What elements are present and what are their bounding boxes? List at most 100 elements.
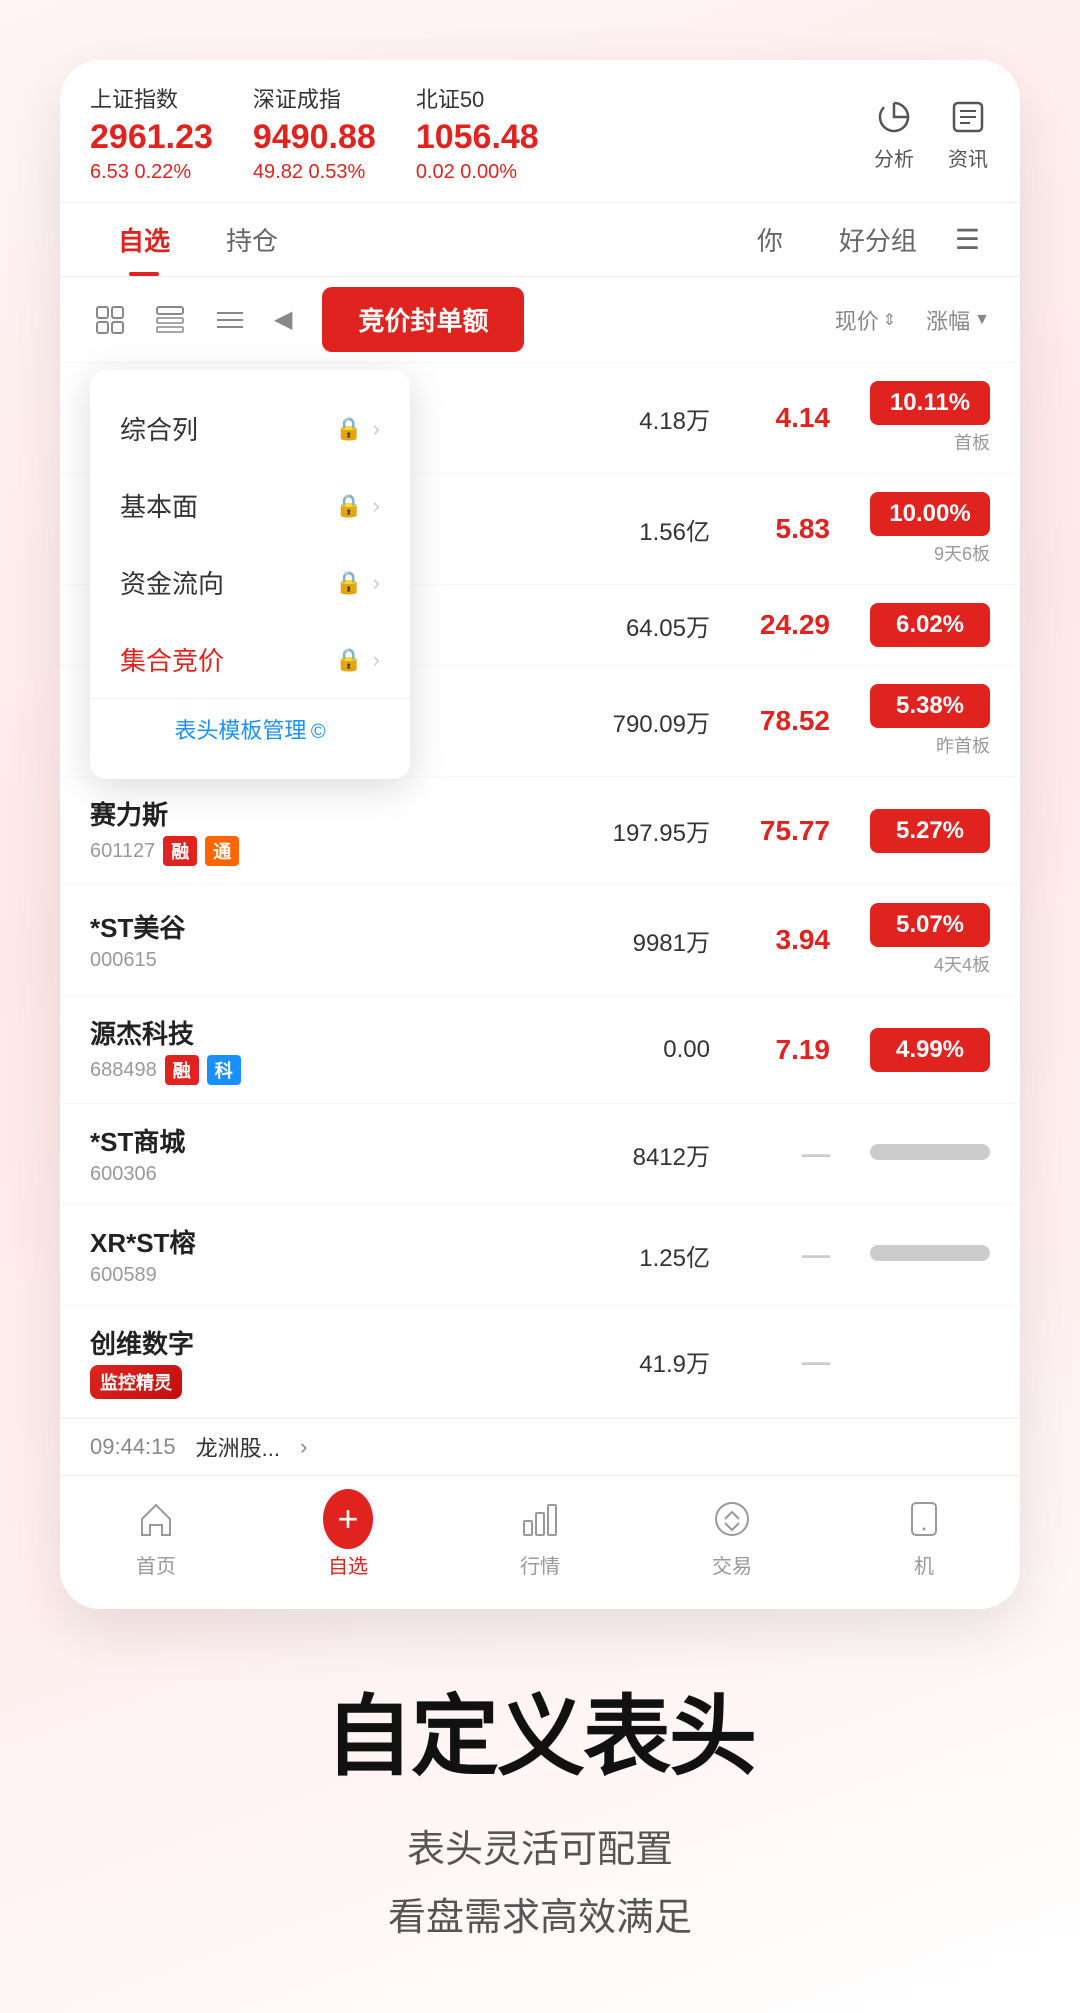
chevron-right-icon: › (373, 416, 380, 442)
table-icon[interactable] (150, 300, 190, 340)
chevron-left-icon[interactable]: ◀ (274, 305, 292, 334)
promo-subtitle: 表头灵活可配置 看盘需求高效满足 (60, 1816, 1020, 1953)
tab-holdings[interactable]: 持仓 (198, 203, 306, 276)
stock-volume: 197.95万 (530, 813, 710, 848)
table-row[interactable]: XR*ST榕 600589 1.25亿 — (60, 1205, 1020, 1306)
monitor-badge: 监控精灵 (90, 1365, 182, 1399)
nav-watchlist-label: 自选 (328, 1550, 368, 1579)
analysis-button[interactable]: 分析 (872, 95, 916, 172)
stock-volume: 9981万 (530, 923, 710, 958)
table-row[interactable]: *ST商城 600306 8412万 — (60, 1104, 1020, 1205)
stock-price: — (710, 1239, 830, 1271)
change-header[interactable]: 涨幅 ▼ (926, 304, 990, 336)
status-bar: 09:44:15 龙洲股... › (60, 1418, 1020, 1475)
stock-change: 5.27% (830, 809, 990, 853)
chevron-right-icon: › (373, 493, 380, 519)
chevron-right-icon: › (373, 647, 380, 673)
lock-icon: 🔒 (335, 416, 362, 442)
index-shenzhen-value: 9490.88 (253, 118, 376, 157)
chart-icon (515, 1494, 565, 1544)
nav-home-label: 首页 (136, 1550, 176, 1579)
news-button[interactable]: 资讯 (946, 95, 990, 172)
tab-watchlist[interactable]: 自选 (90, 203, 198, 276)
nav-trade[interactable]: 交易 (636, 1494, 828, 1579)
grid-icon[interactable] (90, 300, 130, 340)
tab-you[interactable]: 你 (729, 203, 811, 276)
nav-device-label: 机 (914, 1550, 934, 1579)
stock-volume: 8412万 (530, 1137, 710, 1172)
nav-home[interactable]: 首页 (60, 1494, 252, 1579)
index-shanghai[interactable]: 上证指数 2961.23 6.53 0.22% (90, 82, 213, 184)
device-icon (899, 1494, 949, 1544)
stock-change: 5.07% 4天4板 (830, 903, 990, 977)
stock-volume: 41.9万 (530, 1344, 710, 1379)
template-manager-link[interactable]: 表头模板管理 (174, 718, 306, 743)
stock-change: 10.11% 首板 (830, 381, 990, 455)
index-bar: 上证指数 2961.23 6.53 0.22% 深证成指 9490.88 49.… (60, 60, 1020, 203)
news-icon (946, 95, 990, 139)
stock-price: 5.83 (710, 513, 830, 545)
status-time: 09:44:15 (90, 1434, 176, 1460)
app-container: 上证指数 2961.23 6.53 0.22% 深证成指 9490.88 49.… (0, 0, 1080, 1609)
dropdown-comprehensive[interactable]: 综合列 🔒 › (90, 390, 410, 467)
index-beijing[interactable]: 北证50 1056.48 0.02 0.00% (416, 82, 539, 184)
price-header[interactable]: 现价 ⇕ (835, 304, 896, 336)
index-shenzhen-change: 49.82 0.53% (253, 161, 376, 184)
trade-icon (707, 1494, 757, 1544)
news-label: 资讯 (948, 143, 988, 172)
pie-chart-icon (872, 95, 916, 139)
add-button[interactable]: + (323, 1489, 373, 1549)
compete-button[interactable]: 竞价封单额 (322, 287, 524, 352)
stock-volume: 4.18万 (530, 401, 710, 436)
stock-price: — (710, 1138, 830, 1170)
index-beijing-name: 北证50 (416, 82, 539, 114)
stock-volume: 1.25亿 (530, 1238, 710, 1273)
view-mode-bar: ◀ 竞价封单额 现价 ⇕ 涨幅 ▼ (60, 277, 1020, 363)
status-market: 龙洲股... (196, 1431, 280, 1463)
stock-info: XR*ST榕 600589 (90, 1223, 530, 1287)
list-icon[interactable] (210, 300, 250, 340)
chevron-right-icon: › (300, 1434, 307, 1460)
dropdown-capital-flow[interactable]: 资金流向 🔒 › (90, 544, 410, 621)
nav-market[interactable]: 行情 (444, 1494, 636, 1579)
index-actions: 分析 资讯 (872, 95, 990, 172)
stock-volume: 0.00 (530, 1036, 710, 1064)
index-beijing-value: 1056.48 (416, 118, 539, 157)
stock-price: 7.19 (710, 1034, 830, 1066)
index-shanghai-name: 上证指数 (90, 82, 213, 114)
tab-bar: 自选 持仓 你 好分组 ☰ (60, 203, 1020, 277)
chevron-right-icon: › (373, 570, 380, 596)
table-row[interactable]: 赛力斯 601127 融 通 197.95万 75.77 5.27% (60, 777, 1020, 885)
nav-device[interactable]: 机 (828, 1494, 1020, 1579)
table-row[interactable]: 创维数字 监控精灵 41.9万 — (60, 1306, 1020, 1418)
sort-icon-change: ▼ (974, 311, 990, 329)
dropdown-footer: 表头模板管理 © (90, 698, 410, 759)
stock-info: 源杰科技 688498 融 科 (90, 1014, 530, 1085)
stock-info: *ST商城 600306 (90, 1122, 530, 1186)
stock-change (830, 1245, 990, 1266)
stock-info: 赛力斯 601127 融 通 (90, 795, 530, 866)
stock-change (830, 1144, 990, 1165)
column-dropdown: 综合列 🔒 › 基本面 🔒 › 资金流向 🔒 › 集合竞价 🔒 › 表头模板管理 (90, 370, 410, 779)
stock-change: 4.99% (830, 1028, 990, 1072)
table-row[interactable]: 源杰科技 688498 融 科 0.00 7.19 4.99% (60, 996, 1020, 1104)
stock-price: 4.14 (710, 402, 830, 434)
stock-price: 78.52 (710, 705, 830, 737)
column-headers: 现价 ⇕ 涨幅 ▼ (835, 304, 990, 336)
index-shanghai-value: 2961.23 (90, 118, 213, 157)
index-shenzhen-name: 深证成指 (253, 82, 376, 114)
index-beijing-change: 0.02 0.00% (416, 161, 539, 184)
table-row[interactable]: *ST美谷 000615 9981万 3.94 5.07% 4天4板 (60, 885, 1020, 996)
dropdown-auction[interactable]: 集合竞价 🔒 › (90, 621, 410, 698)
dropdown-fundamentals[interactable]: 基本面 🔒 › (90, 467, 410, 544)
nav-watchlist[interactable]: + 自选 (252, 1494, 444, 1579)
nav-trade-label: 交易 (712, 1550, 752, 1579)
stock-price: 75.77 (710, 815, 830, 847)
tab-menu-button[interactable]: ☰ (945, 213, 990, 266)
index-shenzhen[interactable]: 深证成指 9490.88 49.82 0.53% (253, 82, 376, 184)
nav-market-label: 行情 (520, 1550, 560, 1579)
app-card: 上证指数 2961.23 6.53 0.22% 深证成指 9490.88 49.… (60, 60, 1020, 1609)
stock-change: 6.02% (830, 603, 990, 647)
tab-group[interactable]: 好分组 (811, 203, 945, 276)
stock-info: 创维数字 监控精灵 (90, 1324, 530, 1399)
